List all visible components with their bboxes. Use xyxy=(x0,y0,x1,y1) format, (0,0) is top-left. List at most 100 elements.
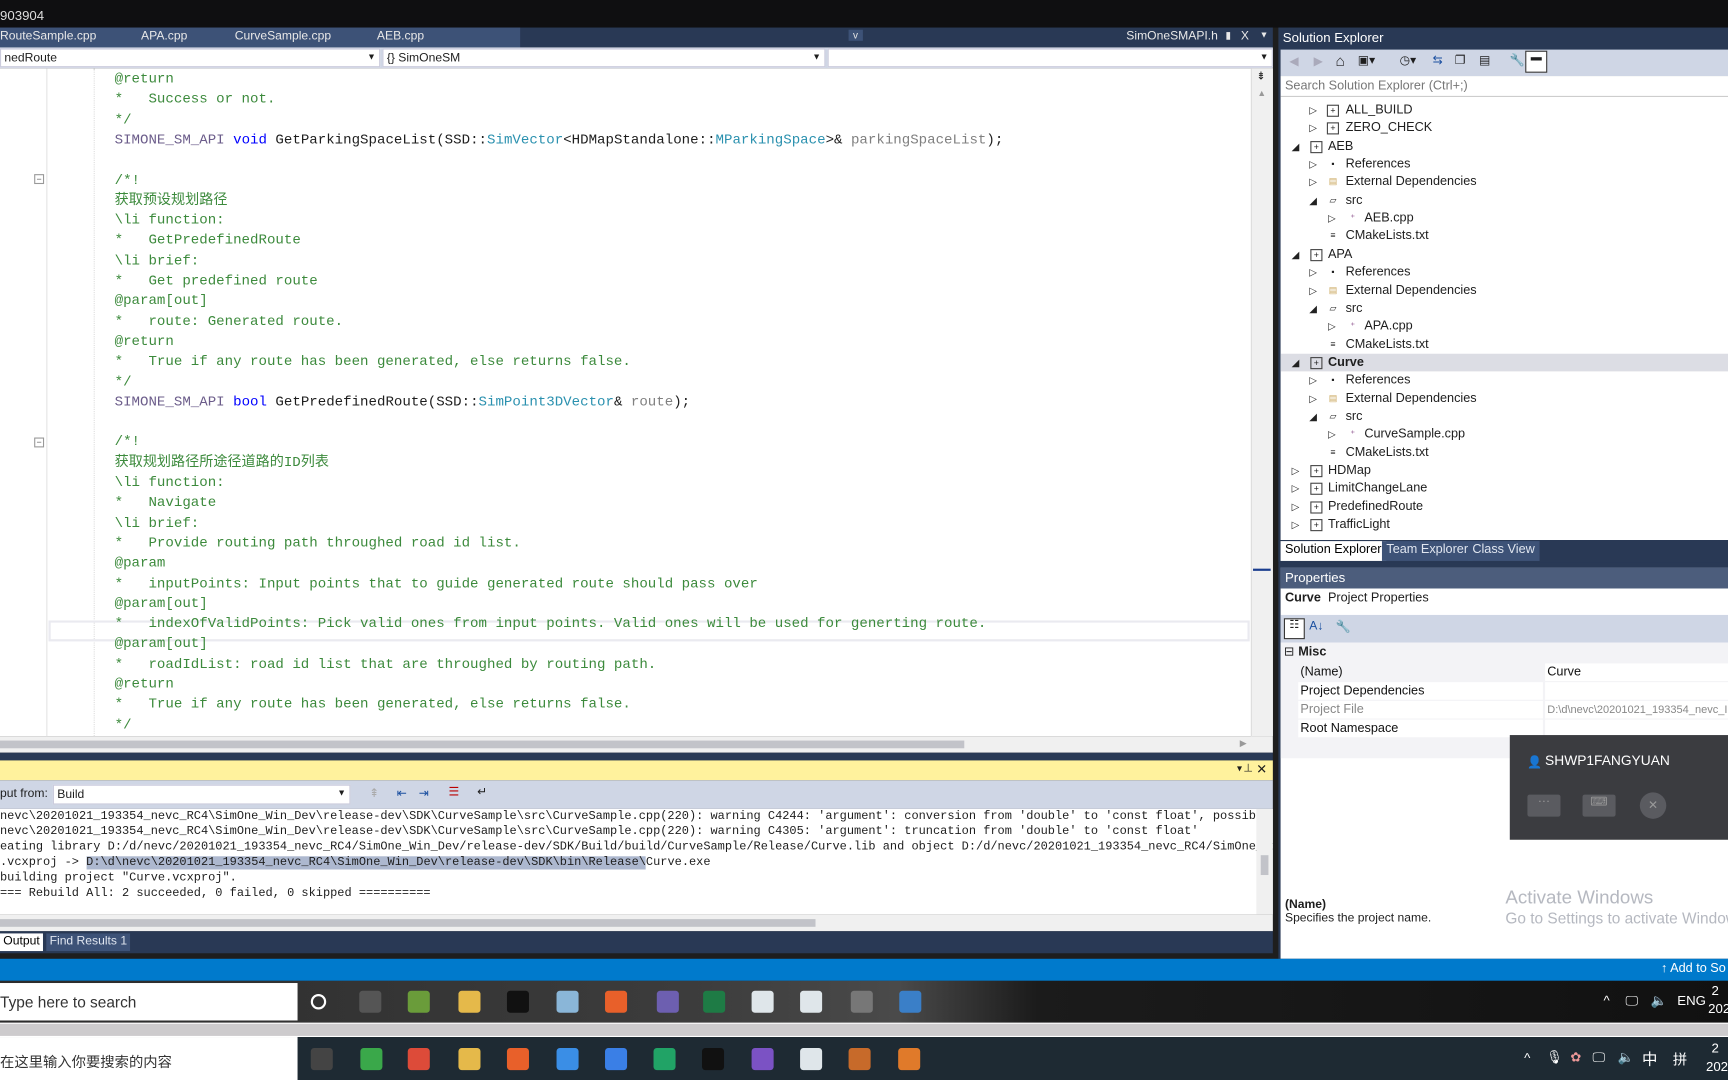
show-all-files-icon[interactable]: ▤ xyxy=(1479,53,1490,67)
app-icon[interactable] xyxy=(898,1048,921,1071)
back-icon[interactable]: ◀ xyxy=(1289,54,1298,68)
category-misc[interactable]: ⊟ Misc xyxy=(1281,644,1728,663)
tab-overflow-chevron-icon[interactable]: v xyxy=(848,29,863,41)
tree-item[interactable]: ▷ ⁺ CurveSample.cpp xyxy=(1281,426,1728,444)
code-editor[interactable]: − − @return * Success or not. */ SIMONE_SM_… xyxy=(0,68,1273,737)
visual-studio-icon[interactable] xyxy=(656,990,679,1013)
tree-item[interactable]: ▷ ▤ External Dependencies xyxy=(1281,173,1728,191)
tree-item[interactable]: ▷ ⁺ AEB.cpp xyxy=(1281,209,1728,227)
expanded-arrow-icon[interactable]: ◢ xyxy=(1309,408,1317,426)
tree-item[interactable]: ◢ ▱ src xyxy=(1281,191,1728,209)
collapsed-arrow-icon[interactable]: ▷ xyxy=(1309,155,1317,173)
tree-item[interactable]: ▷ ▤ External Dependencies xyxy=(1281,390,1728,408)
terminal-icon[interactable] xyxy=(701,1048,725,1071)
tree-item[interactable]: ≡ CMakeLists.txt xyxy=(1281,444,1728,462)
volume-icon[interactable]: 🔈 xyxy=(1651,993,1667,1008)
show-output-from-dropdown[interactable]: Build ▼ xyxy=(52,784,351,805)
clear-all-icon[interactable]: ☰ xyxy=(449,785,460,799)
ime-pinyin[interactable]: 拼 xyxy=(1673,1048,1687,1069)
scroll-up-icon[interactable]: ▲ xyxy=(1257,88,1266,98)
taskbar-search-local[interactable]: 在这里输入你要搜索的内容 xyxy=(0,1037,298,1080)
keyboard-icon[interactable]: ⌨ xyxy=(1582,794,1616,817)
expanded-arrow-icon[interactable]: ◢ xyxy=(1292,246,1300,264)
collapsed-arrow-icon[interactable]: ▷ xyxy=(1309,264,1317,282)
feishu-icon[interactable] xyxy=(556,1048,579,1071)
app-tray-icon[interactable]: ✿ xyxy=(1570,1049,1581,1064)
close-panel-icon[interactable]: ✕ xyxy=(1256,762,1267,777)
expanded-arrow-icon[interactable]: ◢ xyxy=(1292,354,1300,372)
collapse-icon[interactable]: − xyxy=(34,174,45,185)
editor-vertical-scrollbar[interactable]: ⇟ ▲ xyxy=(1250,68,1273,737)
ime-mode[interactable]: 中 xyxy=(1642,1048,1657,1070)
collapsed-arrow-icon[interactable]: ▷ xyxy=(1309,173,1317,191)
collapsed-arrow-icon[interactable]: ▷ xyxy=(1309,282,1317,300)
switch-views-icon[interactable]: ▣▾ xyxy=(1358,53,1376,67)
collapse-all-icon[interactable]: ❐ xyxy=(1455,53,1466,67)
firefox-icon[interactable] xyxy=(605,990,628,1013)
tab-solution-explorer[interactable]: Solution Explorer xyxy=(1280,541,1386,561)
collapsed-arrow-icon[interactable]: ▷ xyxy=(1309,119,1317,137)
property-row[interactable]: Project Dependencies xyxy=(1281,682,1728,701)
find-message-icon[interactable]: ⇞ xyxy=(369,786,379,800)
tree-item[interactable]: ≡ CMakeLists.txt xyxy=(1281,336,1728,354)
pending-changes-filter-icon[interactable]: ◷▾ xyxy=(1400,53,1417,67)
tree-item[interactable]: ▷ ⁺ APA.cpp xyxy=(1281,318,1728,336)
tree-item[interactable]: ◢ + APA xyxy=(1281,246,1728,264)
pin-icon[interactable]: ⊥ xyxy=(1243,763,1253,775)
solution-explorer-search[interactable]: Search Solution Explorer (Ctrl+;) xyxy=(1280,76,1728,97)
scope-dropdown[interactable]: nedRoute ▼ xyxy=(0,48,381,68)
volume-icon[interactable]: 🔈 xyxy=(1618,1049,1634,1064)
app-icon[interactable] xyxy=(556,990,579,1013)
tree-item[interactable]: ◢ + Curve xyxy=(1280,353,1728,372)
property-row[interactable]: Project File D:\d\nevc\20201021_193354_ne… xyxy=(1281,700,1728,720)
tray-chevron-icon[interactable]: ^ xyxy=(1524,1050,1530,1065)
tree-item[interactable]: ▷ + PredefinedRoute xyxy=(1281,498,1728,516)
alphabetical-icon[interactable]: A↓ xyxy=(1309,619,1323,632)
close-tab-button[interactable]: X xyxy=(1241,30,1249,43)
remote-desktop-icon[interactable] xyxy=(800,990,823,1013)
task-view-icon[interactable] xyxy=(310,1048,333,1071)
expanded-arrow-icon[interactable]: ◢ xyxy=(1292,137,1300,155)
language-indicator[interactable]: ENG xyxy=(1677,993,1706,1008)
task-view-icon[interactable] xyxy=(359,990,382,1013)
tab-class-view[interactable]: Class View xyxy=(1467,541,1540,561)
media-icon[interactable] xyxy=(850,990,873,1013)
property-row[interactable]: (Name) Curve xyxy=(1281,663,1728,682)
remote-desktop-icon[interactable] xyxy=(751,990,774,1013)
collapsed-arrow-icon[interactable]: ▷ xyxy=(1309,372,1317,390)
collapsed-arrow-icon[interactable]: ▷ xyxy=(1309,101,1317,119)
collapsed-arrow-icon[interactable]: ▷ xyxy=(1309,390,1317,408)
tree-item[interactable]: ▷ + TrafficLight xyxy=(1281,516,1728,534)
chat-icon[interactable]: ··· xyxy=(1527,794,1561,817)
network-icon[interactable]: 🖵 xyxy=(1592,1049,1605,1066)
collapse-icon[interactable]: ⊟ xyxy=(1284,644,1295,663)
excel-icon[interactable] xyxy=(703,990,726,1013)
tab-apa[interactable]: APA.cpp xyxy=(141,30,187,43)
network-icon[interactable]: 🖵 xyxy=(1626,993,1639,1010)
file-explorer-icon[interactable] xyxy=(458,990,481,1013)
tab-find-results[interactable]: Find Results 1 xyxy=(46,933,131,952)
tray-chevron-icon[interactable]: ^ xyxy=(1603,993,1609,1008)
tree-item[interactable]: ◢ + AEB xyxy=(1281,137,1728,155)
tab-curvesample[interactable]: CurveSample.cpp xyxy=(235,30,331,43)
collapse-icon[interactable]: − xyxy=(34,437,45,448)
output-text[interactable]: nevc\20201021_193354_nevc_RC4\SimOne_Win… xyxy=(0,808,1273,915)
tree-item[interactable]: ▷ ▤ External Dependencies xyxy=(1281,282,1728,300)
terminal-icon[interactable] xyxy=(506,990,529,1013)
output-horizontal-scrollbar[interactable] xyxy=(0,914,1273,932)
chrome-icon[interactable] xyxy=(407,1048,430,1071)
clock-time[interactable]: 2 xyxy=(1711,983,1718,998)
tree-item[interactable]: ≡ CMakeLists.txt xyxy=(1281,228,1728,246)
properties-wrench-icon[interactable]: 🔧 xyxy=(1510,53,1525,67)
expanded-arrow-icon[interactable]: ◢ xyxy=(1309,191,1317,209)
scrollbar-thumb[interactable] xyxy=(0,740,965,749)
tab-routesample[interactable]: RouteSample.cpp xyxy=(0,30,96,43)
collapsed-arrow-icon[interactable]: ▷ xyxy=(1328,318,1336,336)
categorized-icon[interactable]: ☷ xyxy=(1283,618,1305,640)
file-explorer-icon[interactable] xyxy=(458,1048,481,1071)
app-icon[interactable] xyxy=(899,990,922,1013)
taskbar-search[interactable]: Type here to search xyxy=(0,983,298,1021)
notepadpp-icon[interactable] xyxy=(407,990,430,1013)
tab-team-explorer[interactable]: Team Explorer xyxy=(1381,541,1473,561)
remote-desktop-icon[interactable] xyxy=(800,1048,823,1071)
